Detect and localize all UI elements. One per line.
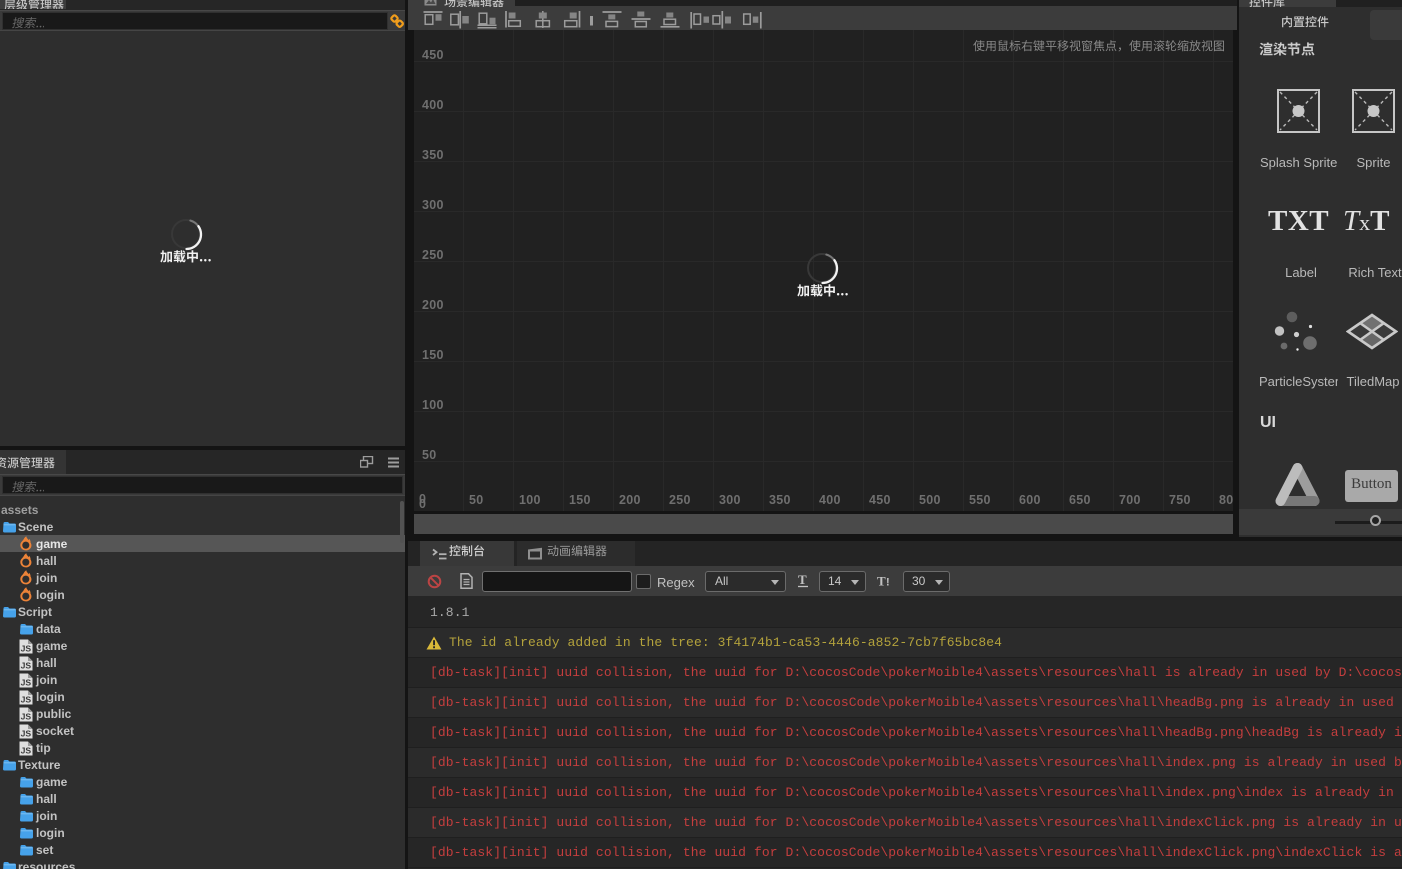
svg-text:!: ! (886, 577, 890, 589)
svg-text:JS: JS (21, 728, 32, 738)
svg-text:JS: JS (21, 643, 32, 653)
svg-text:T: T (877, 574, 886, 589)
svg-text:JS: JS (21, 711, 32, 721)
svg-text:JS: JS (21, 745, 32, 755)
svg-text:JS: JS (21, 694, 32, 704)
svg-text:JS: JS (21, 660, 32, 670)
svg-text:JS: JS (21, 677, 32, 687)
svg-text:T: T (798, 574, 807, 587)
